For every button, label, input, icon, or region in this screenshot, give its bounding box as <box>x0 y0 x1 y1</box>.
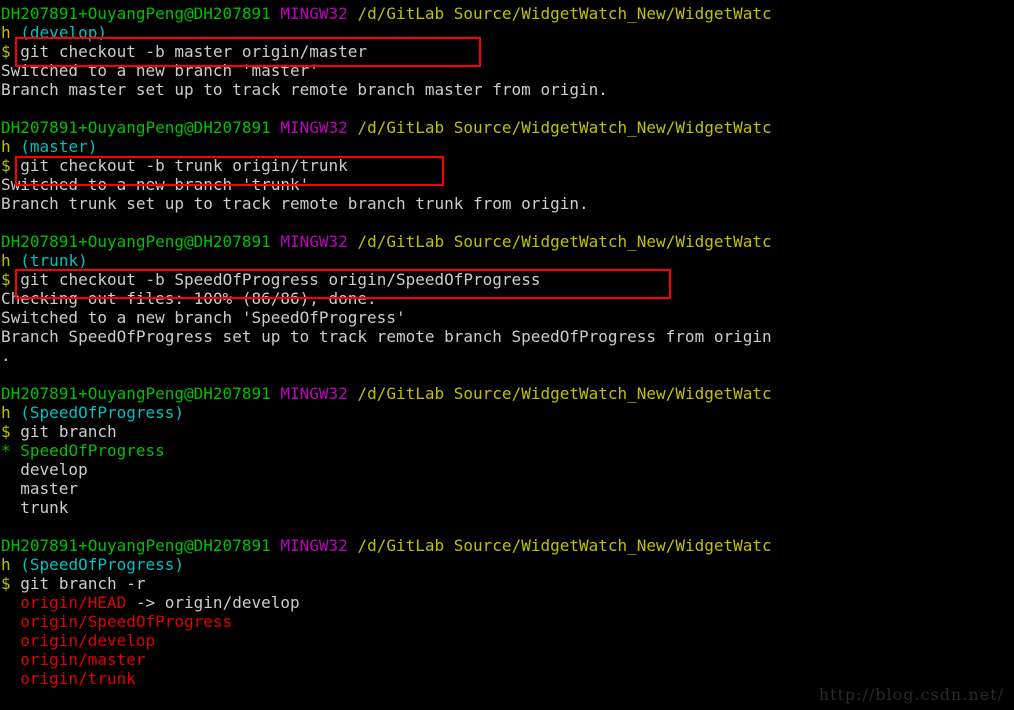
output-line: Switched to a new branch 'master' <box>1 61 319 80</box>
prompt-shell: MINGW32 <box>280 118 348 137</box>
prompt-shell: MINGW32 <box>280 232 348 251</box>
output-line: Branch SpeedOfProgress set up to track r… <box>1 327 772 346</box>
prompt-user-host: DH207891+OuyangPeng@DH207891 <box>1 232 271 251</box>
remote-branch-ref: origin/HEAD <box>20 593 127 612</box>
command-text: git branch <box>20 422 117 441</box>
prompt-branch: (trunk) <box>20 251 88 270</box>
terminal-window[interactable]: DH207891+OuyangPeng@DH207891 MINGW32 /d/… <box>0 0 1014 710</box>
prompt-user-host: DH207891+OuyangPeng@DH207891 <box>1 118 271 137</box>
prompt-sigil: $ <box>1 156 11 175</box>
prompt-branch: (master) <box>20 137 98 156</box>
command-line-2[interactable]: $ git checkout -b trunk origin/trunk <box>0 156 1014 175</box>
command-line-3[interactable]: $ git checkout -b SpeedOfProgress origin… <box>0 270 1014 289</box>
prompt-line: DH207891+OuyangPeng@DH207891 MINGW32 /d/… <box>0 4 1014 23</box>
prompt-path: /d/GitLab Source/WidgetWatch_New/WidgetW… <box>357 384 772 403</box>
prompt-path-tail: h <box>1 555 11 574</box>
prompt-sigil: $ <box>1 574 11 593</box>
remote-branch-item-head: origin/HEAD -> origin/develop <box>0 593 1014 612</box>
prompt-sigil: $ <box>1 422 11 441</box>
prompt-path-tail: h <box>1 23 11 42</box>
prompt-line-wrap: h (develop) <box>0 23 1014 42</box>
prompt-line-wrap: h (trunk) <box>0 251 1014 270</box>
prompt-line: DH207891+OuyangPeng@DH207891 MINGW32 /d/… <box>0 232 1014 251</box>
prompt-line-wrap: h (SpeedOfProgress) <box>0 403 1014 422</box>
prompt-shell: MINGW32 <box>280 4 348 23</box>
branch-list-item: master <box>1 479 79 498</box>
prompt-line: DH207891+OuyangPeng@DH207891 MINGW32 /d/… <box>0 384 1014 403</box>
remote-branch-target: -> origin/develop <box>126 593 300 612</box>
prompt-branch: (SpeedOfProgress) <box>20 403 185 422</box>
command-line-4[interactable]: $ git branch <box>0 422 1014 441</box>
remote-branch-ref: origin/master <box>20 650 146 669</box>
prompt-path: /d/GitLab Source/WidgetWatch_New/WidgetW… <box>357 232 772 251</box>
output-line-wrap: . <box>1 346 11 365</box>
prompt-path-tail: h <box>1 403 11 422</box>
remote-branch-item: origin/develop <box>0 631 1014 650</box>
output-line: Switched to a new branch 'SpeedOfProgres… <box>1 308 406 327</box>
prompt-user-host: DH207891+OuyangPeng@DH207891 <box>1 536 271 555</box>
remote-branch-ref: origin/trunk <box>20 669 136 688</box>
prompt-branch: (SpeedOfProgress) <box>20 555 185 574</box>
prompt-line: DH207891+OuyangPeng@DH207891 MINGW32 /d/… <box>0 536 1014 555</box>
output-line: Branch master set up to track remote bra… <box>1 80 608 99</box>
branch-list-item-current: * SpeedOfProgress <box>0 441 1014 460</box>
output-line-progress: Checking out files: 100% (86/86), done. <box>1 289 377 308</box>
remote-branch-ref: origin/develop <box>20 631 156 650</box>
remote-branch-item: origin/SpeedOfProgress <box>0 612 1014 631</box>
prompt-shell: MINGW32 <box>280 536 348 555</box>
command-line-1[interactable]: $ git checkout -b master origin/master <box>0 42 1014 61</box>
prompt-path: /d/GitLab Source/WidgetWatch_New/WidgetW… <box>357 4 772 23</box>
command-text: git checkout -b trunk origin/trunk <box>20 156 348 175</box>
remote-branch-ref: origin/SpeedOfProgress <box>20 612 233 631</box>
prompt-user-host: DH207891+OuyangPeng@DH207891 <box>1 384 271 403</box>
prompt-line-wrap: h (SpeedOfProgress) <box>0 555 1014 574</box>
remote-branch-item: origin/master <box>0 650 1014 669</box>
command-line-5[interactable]: $ git branch -r <box>0 574 1014 593</box>
output-line: Switched to a new branch 'trunk' <box>1 175 310 194</box>
prompt-path: /d/GitLab Source/WidgetWatch_New/WidgetW… <box>357 118 772 137</box>
prompt-path-tail: h <box>1 251 11 270</box>
command-text: git checkout -b master origin/master <box>20 42 368 61</box>
prompt-path-tail: h <box>1 137 11 156</box>
branch-list-item: trunk <box>1 498 69 517</box>
prompt-path: /d/GitLab Source/WidgetWatch_New/WidgetW… <box>357 536 772 555</box>
prompt-branch: (develop) <box>20 23 107 42</box>
current-branch-name: SpeedOfProgress <box>20 441 165 460</box>
branch-list-item: develop <box>1 460 88 479</box>
prompt-line-wrap: h (master) <box>0 137 1014 156</box>
prompt-user-host: DH207891+OuyangPeng@DH207891 <box>1 4 271 23</box>
prompt-sigil: $ <box>1 42 11 61</box>
command-text: git branch -r <box>20 574 146 593</box>
watermark-text: http://blog.csdn.net/ <box>818 685 1004 704</box>
prompt-line: DH207891+OuyangPeng@DH207891 MINGW32 /d/… <box>0 118 1014 137</box>
prompt-shell: MINGW32 <box>280 384 348 403</box>
prompt-sigil: $ <box>1 270 11 289</box>
command-text: git checkout -b SpeedOfProgress origin/S… <box>20 270 541 289</box>
output-line: Branch trunk set up to track remote bran… <box>1 194 589 213</box>
current-branch-marker: * <box>1 441 11 460</box>
